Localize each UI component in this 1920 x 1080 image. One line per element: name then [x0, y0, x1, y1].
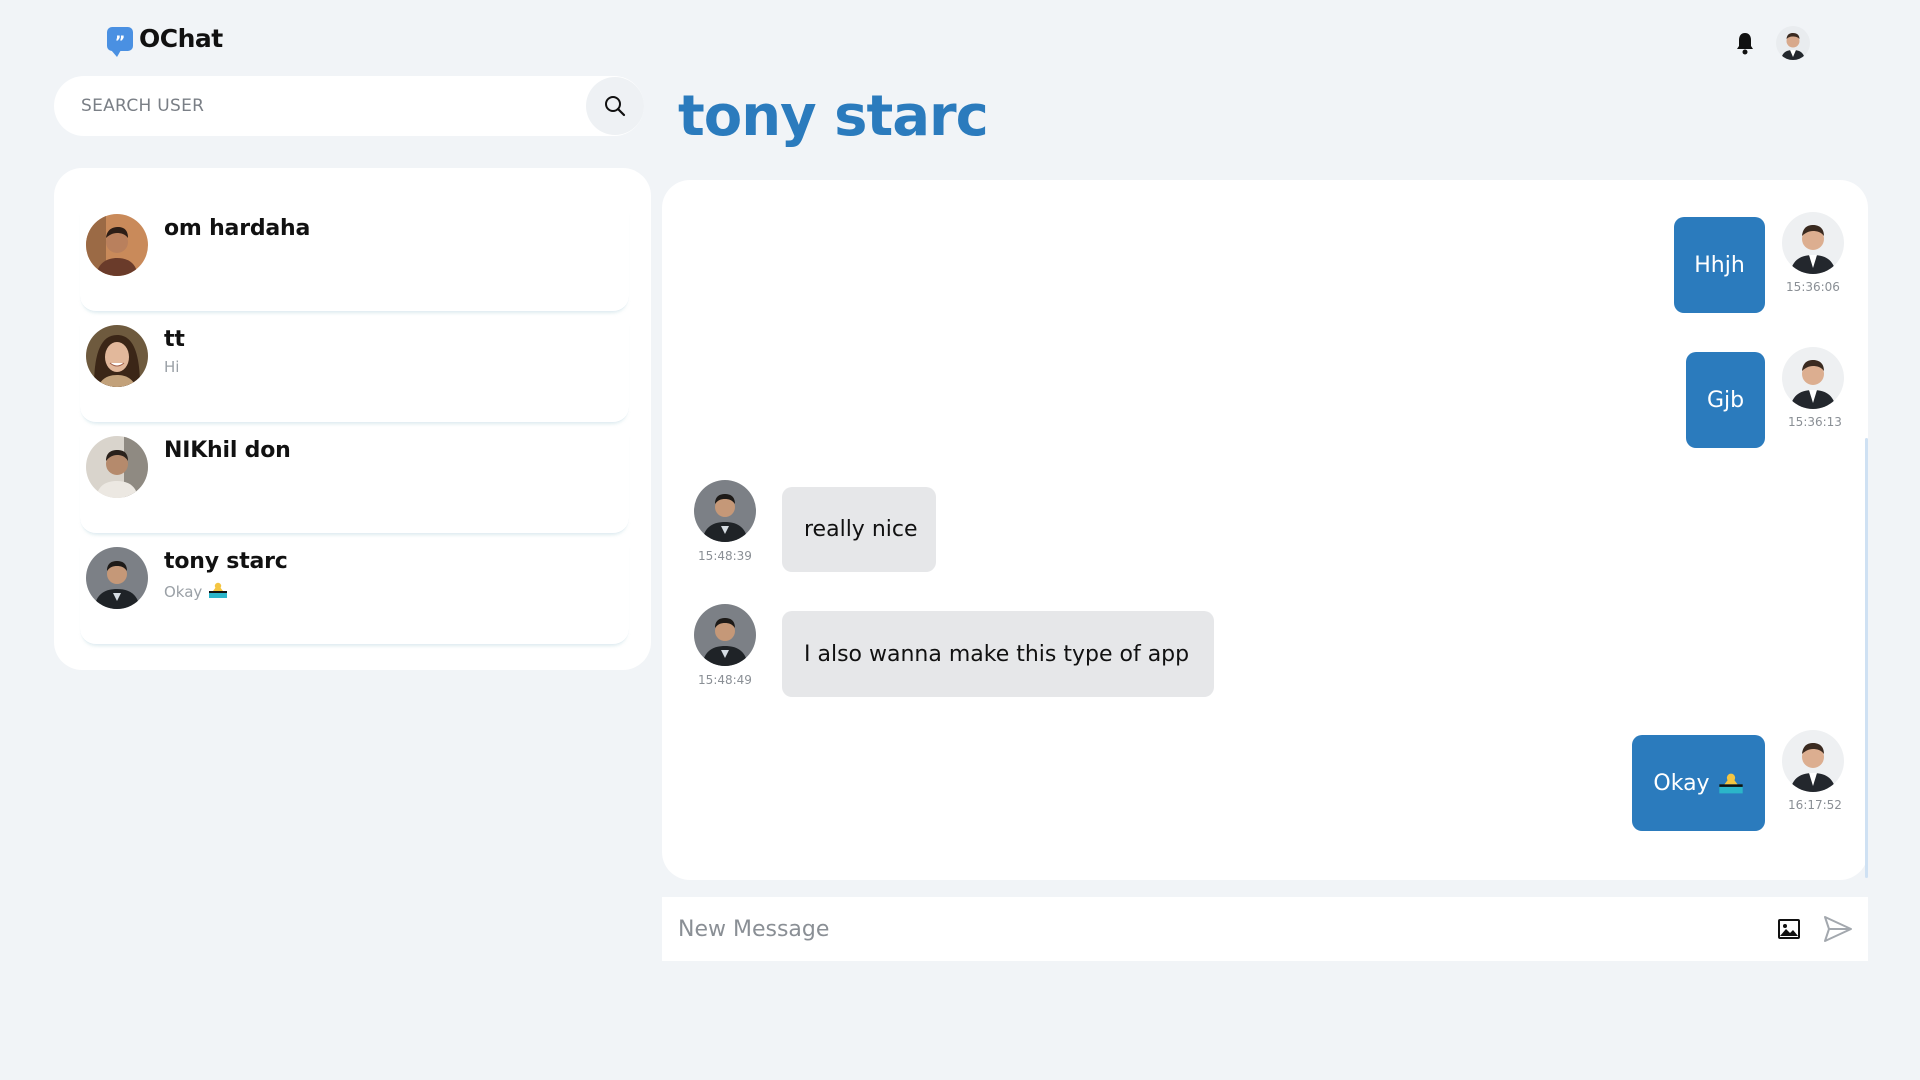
send-button[interactable] [1820, 911, 1856, 947]
user-last-message: Okay [164, 580, 288, 601]
scrollbar[interactable] [1865, 438, 1868, 878]
message-bubble[interactable]: Okay [1632, 735, 1765, 831]
search-bar [54, 76, 644, 136]
sender-avatar [1782, 212, 1844, 274]
sender-avatar [694, 480, 756, 542]
bell-icon[interactable] [1732, 28, 1758, 58]
user-item-om-hardaha[interactable]: om hardaha [80, 210, 629, 312]
search-icon [605, 96, 626, 117]
image-upload-button[interactable] [1774, 914, 1804, 944]
chat-bubble-icon: ” [107, 26, 133, 57]
avatar [86, 325, 148, 387]
app-name: OChat [139, 24, 223, 53]
image-icon [1778, 919, 1800, 939]
message-bubble[interactable]: I also wanna make this type of app [782, 611, 1214, 697]
message-time: 15:36:13 [1788, 415, 1842, 429]
sender-avatar [1782, 730, 1844, 792]
message-bubble[interactable]: Gjb [1686, 352, 1765, 448]
user-item-tt[interactable]: tt Hi [80, 321, 629, 423]
search-button[interactable] [586, 77, 644, 135]
message-input[interactable] [662, 897, 1774, 961]
profile-avatar[interactable] [1776, 26, 1810, 60]
message-time: 15:36:06 [1786, 280, 1840, 294]
chat-messages[interactable]: Hhjh 15:36:06 Gjb 15:36:13 15:48:39 real… [662, 180, 1868, 880]
sender-avatar [1782, 347, 1844, 409]
user-name: NIKhil don [164, 438, 291, 463]
avatar [86, 436, 148, 498]
person-bowing-emoji [1718, 773, 1743, 794]
message-bubble[interactable]: Hhjh [1674, 217, 1765, 313]
search-input[interactable] [54, 76, 586, 136]
person-bowing-emoji [209, 582, 228, 598]
chat-title: tony starc [678, 84, 989, 149]
avatar [86, 214, 148, 276]
message-time: 16:17:52 [1788, 798, 1842, 812]
user-list: om hardaha tt Hi NIKhil don tony starc O… [54, 168, 651, 670]
user-name: om hardaha [164, 216, 311, 241]
user-name: tony starc [164, 549, 288, 574]
message-time: 15:48:39 [698, 549, 752, 563]
user-item-nikhil-don[interactable]: NIKhil don [80, 432, 629, 534]
sender-avatar [694, 604, 756, 666]
message-time: 15:48:49 [698, 673, 752, 687]
topbar-actions [1732, 26, 1810, 60]
user-item-tony-starc[interactable]: tony starc Okay [80, 543, 629, 645]
send-icon [1824, 916, 1852, 942]
message-composer [662, 897, 1868, 961]
app-logo[interactable]: ” OChat [107, 24, 223, 57]
message-bubble[interactable]: really nice [782, 487, 936, 572]
avatar [86, 547, 148, 609]
user-last-message: Hi [164, 358, 180, 376]
user-name: tt [164, 327, 185, 352]
